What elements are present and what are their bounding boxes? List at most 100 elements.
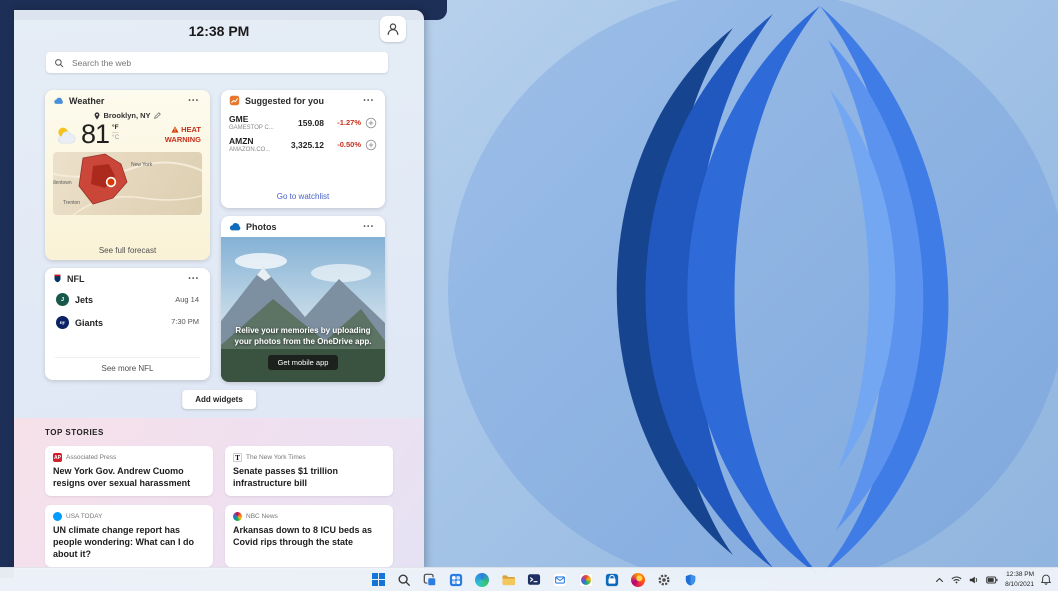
volume-icon[interactable] bbox=[969, 575, 979, 585]
stocks-menu-button[interactable] bbox=[361, 94, 377, 107]
terminal-button[interactable] bbox=[523, 569, 545, 591]
mail-icon bbox=[553, 573, 567, 587]
story-card[interactable]: USA TODAY UN climate change report has p… bbox=[45, 505, 213, 567]
stock-row-gme[interactable]: GME GAMESTOP C... 159.08 -1.27% bbox=[221, 111, 385, 133]
taskbar-search-button[interactable] bbox=[393, 569, 415, 591]
associated-press-logo-icon: AP bbox=[53, 453, 62, 462]
widgets-board-frame-left bbox=[0, 0, 14, 578]
tray-date: 8/10/2021 bbox=[1005, 580, 1034, 589]
photos-message: Relive your memories by uploading your p… bbox=[231, 326, 375, 348]
weather-widget[interactable]: Weather Brooklyn, NY 81 °F bbox=[45, 90, 210, 260]
store-icon bbox=[605, 573, 619, 587]
temperature-value: 81 bbox=[81, 121, 109, 148]
photos-app-button[interactable] bbox=[575, 569, 597, 591]
nfl-shield-icon bbox=[53, 273, 62, 284]
onedrive-cloud-icon bbox=[229, 222, 241, 231]
nfl-game-row[interactable]: J Jets ny Giants Aug 14 7:30 PM bbox=[45, 289, 210, 329]
story-card[interactable]: AP Associated Press New York Gov. Andrew… bbox=[45, 446, 213, 496]
windows-logo-icon bbox=[372, 573, 385, 586]
add-to-watchlist-button[interactable] bbox=[365, 139, 377, 151]
weather-alert-line1: HEAT bbox=[181, 125, 201, 134]
panel-clock: 12:38 PM bbox=[14, 23, 424, 39]
search-bar[interactable] bbox=[46, 52, 388, 73]
edit-pencil-icon[interactable] bbox=[154, 112, 161, 119]
widgets-button[interactable] bbox=[445, 569, 467, 591]
see-full-forecast-link[interactable]: See full forecast bbox=[45, 246, 210, 255]
stocks-widget[interactable]: Suggested for you GME GAMESTOP C... 159.… bbox=[221, 90, 385, 208]
stock-symbol: GME bbox=[229, 114, 294, 124]
add-to-watchlist-button[interactable] bbox=[365, 117, 377, 129]
story-headline: Arkansas down to 8 ICU beds as Covid rip… bbox=[233, 525, 385, 548]
go-to-watchlist-link[interactable]: Go to watchlist bbox=[221, 192, 385, 201]
photos-title: Photos bbox=[246, 222, 277, 232]
weather-location-row[interactable]: Brooklyn, NY bbox=[45, 111, 210, 120]
game-time: 7:30 PM bbox=[171, 317, 199, 326]
weather-alert[interactable]: HEAT WARNING bbox=[165, 125, 201, 144]
map-label: New York bbox=[131, 162, 152, 168]
stock-symbol: AMZN bbox=[229, 136, 287, 146]
nfl-widget[interactable]: NFL J Jets ny Giants Aug 14 7:30 PM bbox=[45, 268, 210, 380]
network-icon[interactable] bbox=[951, 575, 962, 584]
story-card[interactable]: NBC News Arkansas down to 8 ICU beds as … bbox=[225, 505, 393, 567]
stock-company: GAMESTOP C... bbox=[229, 125, 294, 131]
stocks-icon bbox=[229, 95, 240, 106]
add-widgets-button[interactable]: Add widgets bbox=[182, 390, 256, 409]
map-label: Trenton bbox=[63, 200, 80, 206]
jets-logo: J bbox=[56, 293, 69, 306]
screenshot-bottom-margin bbox=[0, 591, 1058, 596]
photos-preview-image: Relive your memories by uploading your p… bbox=[221, 237, 385, 382]
task-view-button[interactable] bbox=[419, 569, 441, 591]
search-input[interactable] bbox=[70, 57, 380, 69]
photos-widget[interactable]: Photos Relive your memories by uploading… bbox=[221, 216, 385, 382]
edge-icon bbox=[475, 573, 489, 587]
notifications-bell-icon[interactable] bbox=[1041, 574, 1051, 585]
story-headline: New York Gov. Andrew Cuomo resigns over … bbox=[53, 466, 205, 489]
stock-change: -0.50% bbox=[328, 140, 361, 149]
desktop: 12:38 PM Weather bbox=[0, 0, 1058, 596]
stock-price: 159.08 bbox=[298, 118, 324, 128]
unit-fahrenheit[interactable]: °F bbox=[112, 124, 119, 132]
unit-celsius[interactable]: °C bbox=[112, 132, 119, 141]
settings-button[interactable] bbox=[653, 569, 675, 591]
start-button[interactable] bbox=[367, 569, 389, 591]
edge-button[interactable] bbox=[471, 569, 493, 591]
profile-button[interactable] bbox=[380, 16, 406, 42]
file-explorer-button[interactable] bbox=[497, 569, 519, 591]
weather-menu-button[interactable] bbox=[186, 94, 202, 107]
hidden-icons-chevron[interactable] bbox=[935, 576, 944, 584]
widgets-icon bbox=[449, 573, 463, 587]
defender-shield-icon bbox=[684, 573, 697, 587]
away-team-name: Jets bbox=[75, 295, 93, 305]
weather-alert-map[interactable]: New York Trenton Allentown bbox=[53, 152, 202, 215]
battery-icon[interactable] bbox=[986, 576, 998, 584]
home-team: ny Giants bbox=[56, 316, 171, 329]
task-view-icon bbox=[423, 573, 437, 587]
taskbar: 12:38 PM 8/10/2021 bbox=[0, 567, 1058, 591]
mail-button[interactable] bbox=[549, 569, 571, 591]
defender-button[interactable] bbox=[679, 569, 701, 591]
firefox-button[interactable] bbox=[627, 569, 649, 591]
stock-row-amzn[interactable]: AMZN AMAZON.CO... 3,325.12 -0.50% bbox=[221, 133, 385, 155]
story-source: The New York Times bbox=[246, 454, 306, 461]
story-card[interactable]: T The New York Times Senate passes $1 tr… bbox=[225, 446, 393, 496]
person-icon bbox=[386, 22, 400, 36]
story-source: NBC News bbox=[246, 513, 278, 520]
away-team: J Jets bbox=[56, 293, 171, 306]
stock-change: -1.27% bbox=[328, 118, 361, 127]
store-button[interactable] bbox=[601, 569, 623, 591]
nfl-menu-button[interactable] bbox=[186, 272, 202, 285]
photos-menu-button[interactable] bbox=[361, 220, 377, 233]
firefox-icon bbox=[631, 573, 645, 587]
search-icon bbox=[54, 58, 64, 68]
file-explorer-icon bbox=[501, 573, 516, 587]
widgets-panel: 12:38 PM Weather bbox=[14, 10, 424, 570]
wallpaper-bloom bbox=[428, 0, 1058, 580]
tray-clock[interactable]: 12:38 PM 8/10/2021 bbox=[1005, 570, 1034, 589]
weather-title: Weather bbox=[69, 96, 104, 106]
home-team-name: Giants bbox=[75, 318, 103, 328]
warning-triangle-icon bbox=[171, 126, 179, 133]
search-icon bbox=[397, 573, 411, 587]
see-more-nfl-link[interactable]: See more NFL bbox=[55, 357, 200, 380]
get-mobile-app-button[interactable]: Get mobile app bbox=[268, 355, 339, 370]
top-stories-title: TOP STORIES bbox=[45, 428, 393, 437]
